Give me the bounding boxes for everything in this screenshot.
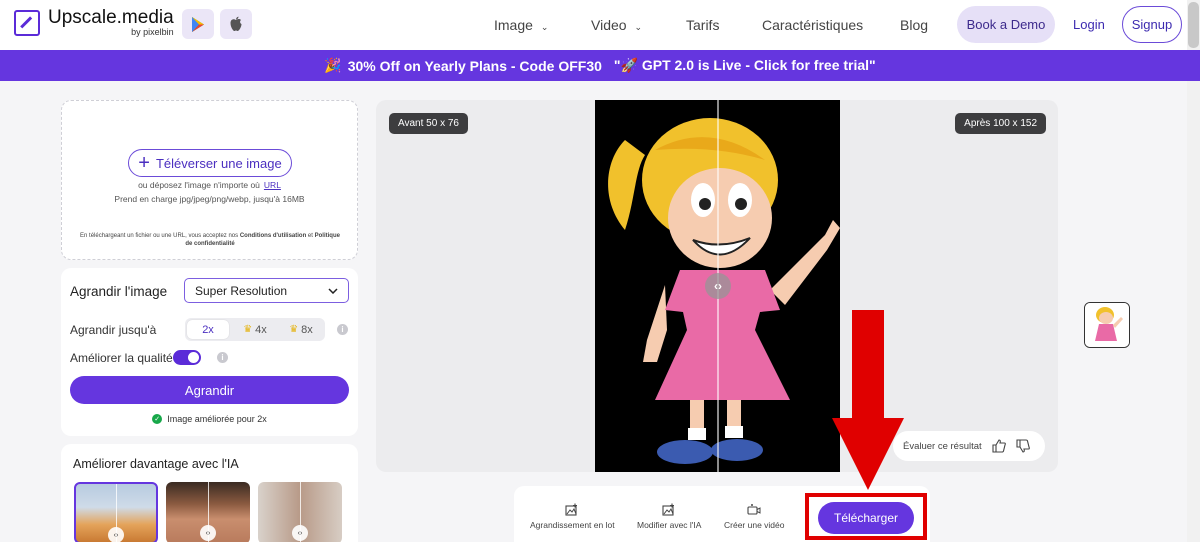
nav-caracteristiques[interactable]: Caractéristiques bbox=[762, 17, 863, 33]
enhance-thumb-cat[interactable]: ‹› bbox=[74, 482, 158, 542]
result-thumbnail[interactable] bbox=[1084, 302, 1130, 348]
plus-icon: + bbox=[138, 152, 150, 174]
upscaled-image: ‹› bbox=[595, 100, 840, 472]
enhance-thumb-portrait[interactable]: ‹› bbox=[258, 482, 342, 542]
quality-toggle[interactable] bbox=[173, 350, 201, 365]
party-icon: 🎉 bbox=[324, 57, 342, 73]
scale-label: Agrandir jusqu'à bbox=[70, 323, 157, 337]
info-icon[interactable]: i bbox=[337, 324, 348, 335]
apple-icon bbox=[230, 16, 242, 31]
upscale-settings: Agrandir l'image Super Resolution Agrand… bbox=[61, 268, 358, 436]
terms-link[interactable]: Conditions d'utilisation bbox=[240, 233, 306, 239]
nav-video[interactable]: Video ⌄ bbox=[591, 17, 642, 33]
nav-image[interactable]: Image ⌄ bbox=[494, 17, 548, 33]
red-arrow-annotation bbox=[832, 310, 904, 490]
upscale-button[interactable]: Agrandir bbox=[70, 376, 349, 404]
nav-blog[interactable]: Blog bbox=[900, 17, 928, 33]
scale-option-4x[interactable]: ♛ 4x bbox=[234, 320, 276, 339]
google-play-icon bbox=[192, 16, 204, 32]
compare-handle-icon: ‹› bbox=[200, 525, 216, 541]
girl-thumbnail-image bbox=[1085, 303, 1129, 347]
upload-image-button[interactable]: + Téléverser une image bbox=[128, 149, 292, 177]
compare-handle-icon: ‹› bbox=[292, 525, 308, 541]
rate-result: Évaluer ce résultat bbox=[893, 431, 1045, 461]
logo-name: Upscale.media bbox=[48, 7, 174, 28]
image-preview: ‹› Avant 50 x 76 Après 100 x 152 Évaluer… bbox=[376, 100, 1058, 472]
scale-selector: 2x ♛ 4x ♛ 8x bbox=[185, 318, 325, 341]
after-size-badge: Après 100 x 152 bbox=[955, 113, 1046, 134]
scale-option-8x[interactable]: ♛ 8x bbox=[280, 320, 322, 339]
logo-subtitle: by pixelbin bbox=[131, 27, 174, 37]
page-scrollbar[interactable] bbox=[1187, 0, 1200, 542]
red-highlight-box bbox=[805, 493, 927, 540]
batch-image-icon bbox=[565, 503, 578, 516]
thumbs-up-icon[interactable] bbox=[992, 439, 1006, 453]
upscale-label: Agrandir l'image bbox=[70, 284, 168, 299]
scale-option-2x[interactable]: 2x bbox=[187, 320, 229, 339]
compare-slider-icon[interactable]: ‹› bbox=[705, 273, 731, 299]
app-store-button[interactable] bbox=[220, 9, 252, 39]
crown-icon: ♛ bbox=[243, 324, 253, 335]
top-header: Upscale.media by pixelbin Image ⌄ Video … bbox=[0, 0, 1200, 50]
video-camera-icon bbox=[747, 504, 761, 515]
check-icon: ✓ bbox=[152, 414, 163, 424]
create-video-button[interactable]: Créer une vidéo bbox=[724, 503, 784, 530]
google-play-button[interactable] bbox=[182, 9, 214, 39]
model-select[interactable]: Super Resolution bbox=[184, 278, 349, 303]
logo[interactable]: Upscale.media by pixelbin bbox=[14, 8, 174, 37]
enhance-thumb-face[interactable]: ‹› bbox=[166, 482, 250, 542]
enhance-title: Améliorer davantage avec l'IA bbox=[73, 457, 239, 471]
upscale-status: ✓ Image améliorée pour 2x bbox=[61, 414, 358, 424]
compare-handle-icon: ‹› bbox=[108, 527, 124, 542]
thumbs-down-icon[interactable] bbox=[1016, 439, 1030, 453]
url-link[interactable]: URL bbox=[264, 180, 281, 190]
edit-image-icon bbox=[662, 503, 675, 516]
quality-label: Améliorer la qualité bbox=[70, 351, 173, 365]
upload-drop-hint: ou déposez l'image n'importe où URL bbox=[138, 180, 281, 190]
crown-icon: ♛ bbox=[289, 324, 299, 335]
signup-button[interactable]: Signup bbox=[1122, 6, 1182, 43]
login-link[interactable]: Login bbox=[1073, 17, 1105, 32]
banner-promo-text: 30% Off on Yearly Plans - Code OFF30 bbox=[347, 57, 602, 74]
banner-gpt-text: "🚀 GPT 2.0 is Live - Click for free tria… bbox=[613, 57, 876, 73]
toggle-knob bbox=[188, 352, 199, 363]
before-size-badge: Avant 50 x 76 bbox=[389, 113, 468, 134]
chevron-down-icon: ⌄ bbox=[634, 22, 642, 32]
edit-with-ai-button[interactable]: Modifier avec l'IA bbox=[637, 503, 701, 530]
info-icon[interactable]: i bbox=[217, 352, 228, 363]
scrollbar-thumb[interactable] bbox=[1188, 2, 1199, 48]
promo-banner[interactable]: 🎉 30% Off on Yearly Plans - Code OFF30 "… bbox=[0, 50, 1200, 81]
upload-formats: Prend en charge jpg/jpeg/png/webp, jusqu… bbox=[114, 194, 305, 204]
nav-tarifs[interactable]: Tarifs bbox=[686, 17, 719, 33]
batch-upscale-button[interactable]: Agrandissement en lot bbox=[530, 503, 615, 530]
upload-dropzone[interactable]: + Téléverser une image ou déposez l'imag… bbox=[61, 100, 358, 260]
upload-terms: En téléchargeant un fichier ou une URL, … bbox=[80, 233, 340, 248]
chevron-down-icon bbox=[328, 287, 338, 294]
chevron-down-icon: ⌄ bbox=[540, 22, 549, 32]
book-demo-button[interactable]: Book a Demo bbox=[957, 6, 1055, 43]
enhance-with-ai-card: Améliorer davantage avec l'IA ‹› ‹› ‹› bbox=[61, 444, 358, 542]
logo-icon bbox=[14, 9, 40, 36]
